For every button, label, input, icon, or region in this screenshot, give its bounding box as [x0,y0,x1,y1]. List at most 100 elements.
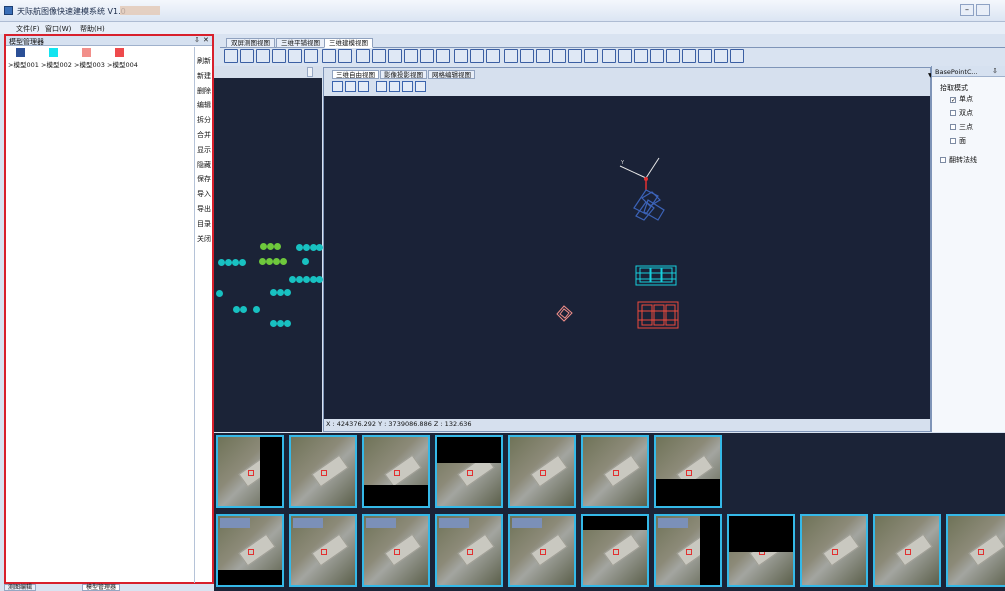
tab-3d-tile[interactable]: 三维平铺视图 [276,38,325,48]
directory-button[interactable]: 目录 [196,217,212,232]
image-thumbnail[interactable] [508,435,576,508]
point-canvas[interactable] [214,78,323,432]
model-item-003[interactable]: >模型003 [74,48,110,69]
scrollbar-thumb[interactable] [307,67,313,77]
model-item-002[interactable]: >模型002 [41,48,77,69]
image-thumbnail[interactable] [873,514,941,587]
import-button[interactable]: 导入 [196,187,212,202]
option-three-points[interactable]: 三点 [950,122,973,132]
maximize-button[interactable] [976,4,990,16]
image-thumbnail[interactable] [654,514,722,587]
tab-image-projection[interactable]: 影像投影视图 [380,70,427,79]
rectangle-icon[interactable] [552,49,566,63]
image-thumbnail[interactable] [289,435,357,508]
checkbox-icon[interactable] [940,157,946,163]
option-two-points[interactable]: 双点 [950,108,973,118]
zoom-icon[interactable] [714,49,728,63]
image-thumbnail[interactable] [435,514,503,587]
tab-3d-model[interactable]: 三维建模视图 [324,38,373,48]
grid-icon[interactable] [256,49,270,63]
delete-button[interactable]: 删除 [196,84,212,99]
view-reset-icon[interactable] [415,81,426,92]
cursor-icon[interactable] [454,49,468,63]
minimize-button[interactable]: – [960,4,974,16]
bracket-right-icon[interactable] [486,49,500,63]
building-icon[interactable] [634,49,648,63]
merge-button[interactable]: 合并 [196,128,212,143]
flip-normals-option[interactable]: 翻转法线 [940,155,977,165]
edit-button[interactable]: 编辑 [196,98,212,113]
horizontal-scrollbar[interactable] [214,66,322,78]
option-face[interactable]: 面 [950,136,966,146]
split-button[interactable]: 拆分 [196,113,212,128]
axis-icon[interactable] [602,49,616,63]
monitor-icon[interactable] [272,49,286,63]
checkbox-checked-icon[interactable]: ✓ [950,97,956,104]
view-top-icon[interactable] [402,81,413,92]
points-icon[interactable] [356,49,370,63]
save-button[interactable]: 保存 [196,172,212,187]
new-button[interactable]: 新建 [196,69,212,84]
light-icon[interactable] [358,81,369,92]
pin-icon[interactable]: ⇩ [194,36,200,44]
arch-icon[interactable] [520,49,534,63]
circle-icon[interactable] [536,49,550,63]
layout-icon[interactable] [304,49,318,63]
menu-window[interactable]: 窗口(W) [45,24,71,34]
close-icon[interactable]: ✕ [203,36,209,44]
camera-icon[interactable] [332,81,343,92]
image-thumbnail[interactable] [581,435,649,508]
tools-icon[interactable] [436,49,450,63]
refresh-button[interactable]: 刷新 [196,54,212,69]
tab-dual-screen[interactable]: 双屏测图视图 [226,38,275,48]
tab-model-manager[interactable]: 模型管理器 [82,584,121,591]
point-list-view[interactable] [214,66,323,432]
image-thumbnail[interactable] [727,514,795,587]
box-icon[interactable] [584,49,598,63]
fit-icon[interactable] [698,49,712,63]
panel-icon[interactable] [288,49,302,63]
image-thumbnail[interactable] [362,435,430,508]
checkbox-icon[interactable] [950,138,956,144]
pointer-icon[interactable] [240,49,254,63]
3d-viewport[interactable]: Y [324,96,930,419]
image-icon[interactable] [322,49,336,63]
show-button[interactable]: 显示 [196,143,212,158]
image-thumbnail[interactable] [435,435,503,508]
hide-button[interactable]: 隐藏 [196,158,212,173]
image-thumbnail[interactable] [289,514,357,587]
line-icon[interactable] [504,49,518,63]
model-item-001[interactable]: >模型001 [8,48,44,69]
tab-3d-free[interactable]: 三维自由视图 [332,70,379,79]
bracket-left-icon[interactable] [470,49,484,63]
view-front-icon[interactable] [376,81,387,92]
layers-icon[interactable] [404,49,418,63]
save-icon[interactable] [224,49,238,63]
option-single-point[interactable]: ✓ 单点 [950,94,973,104]
menu-file[interactable]: 文件(F) [16,24,40,34]
image-thumbnail[interactable] [946,514,1005,587]
tab-mesh-edit[interactable]: 网格编辑视图 [428,70,475,79]
model-item-004[interactable]: >模型004 [107,48,143,69]
image-thumbnail[interactable] [654,435,722,508]
image-thumbnail[interactable] [581,514,649,587]
checkbox-icon[interactable] [950,110,956,116]
close-button[interactable]: 关闭 [196,232,212,247]
pin-icon[interactable]: ⇩ [992,67,998,75]
image-thumbnail[interactable] [800,514,868,587]
menu-help[interactable]: 帮助(H) [80,24,105,34]
view-side-icon[interactable] [389,81,400,92]
image-thumbnail[interactable] [508,514,576,587]
edit-icon[interactable] [372,49,386,63]
image-thumbnail[interactable] [216,514,284,587]
texture-icon[interactable] [682,49,696,63]
image-thumbnail[interactable] [362,514,430,587]
cut-icon[interactable] [650,49,664,63]
picture-icon[interactable] [388,49,402,63]
image-thumbnail[interactable] [216,435,284,508]
tab-survey-edit[interactable]: 测图编辑 [4,584,37,591]
copy-icon[interactable] [618,49,632,63]
frame-icon[interactable] [666,49,680,63]
checkbox-icon[interactable] [950,124,956,130]
export-button[interactable]: 导出 [196,202,212,217]
